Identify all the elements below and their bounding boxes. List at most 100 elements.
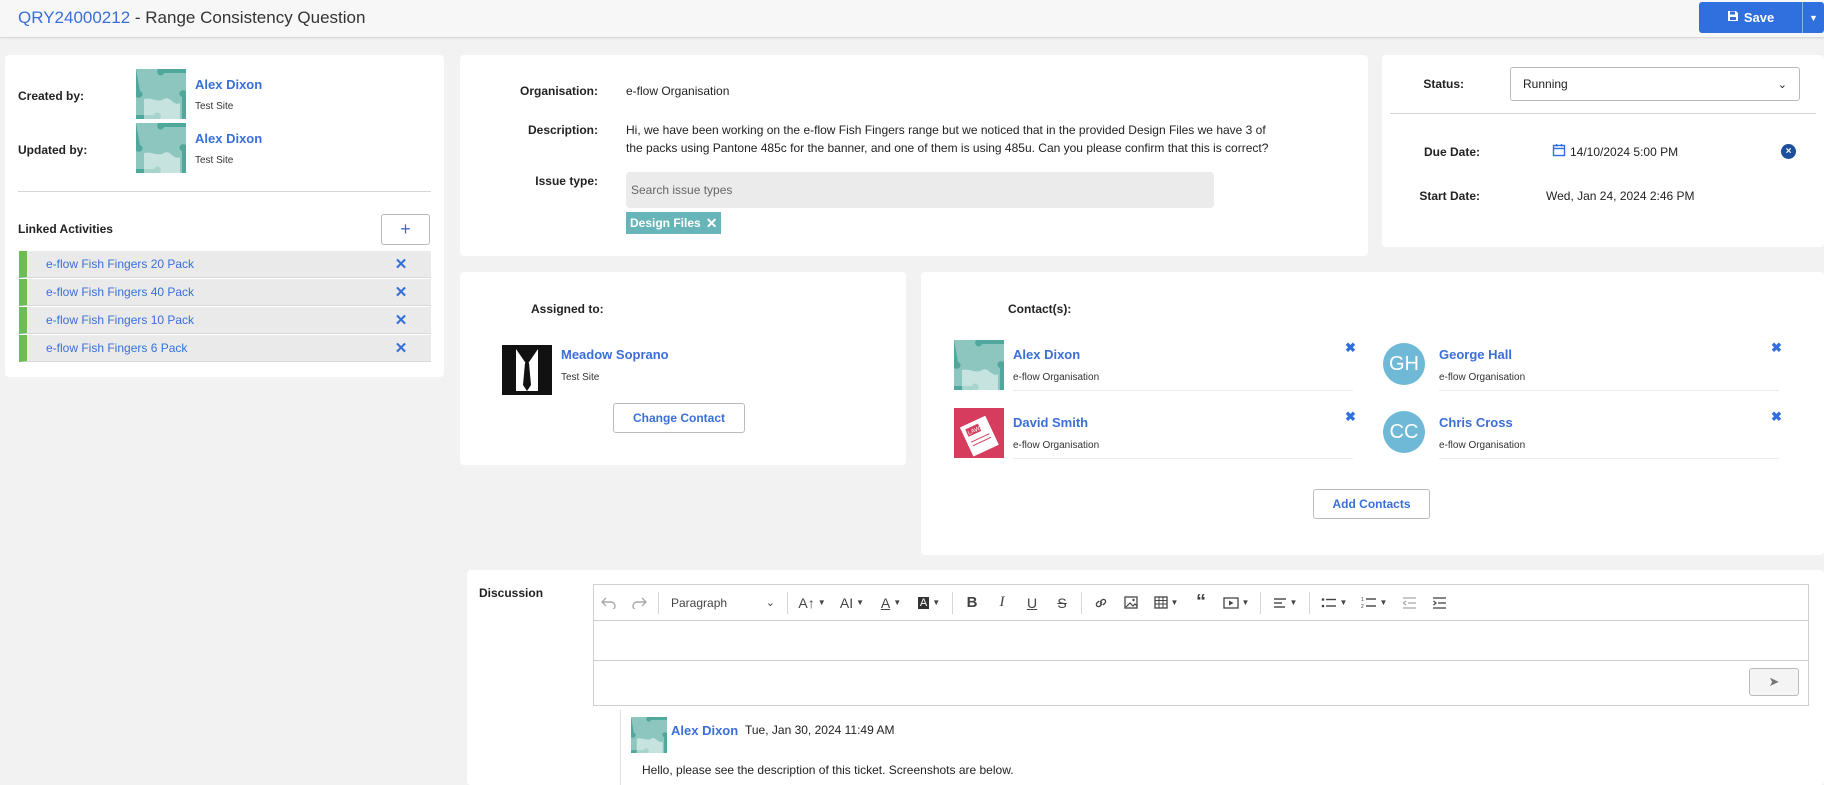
created-by-name[interactable]: Alex Dixon — [195, 77, 262, 92]
contact-name[interactable]: Alex Dixon — [1013, 347, 1080, 362]
linked-activity-item[interactable]: e-flow Fish Fingers 10 Pack ✕ — [19, 307, 431, 334]
outdent-button[interactable] — [1394, 585, 1424, 620]
image-icon — [1124, 596, 1138, 609]
due-date-field[interactable]: 14/10/2024 5:00 PM — [1552, 143, 1678, 160]
bold-button[interactable]: B — [957, 585, 987, 620]
italic-button[interactable]: I — [987, 585, 1017, 620]
chevron-down-icon: ▼ — [932, 598, 941, 607]
divider — [1013, 390, 1353, 391]
chip-remove-icon[interactable]: ✕ — [706, 215, 718, 232]
comment-author[interactable]: Alex Dixon — [671, 723, 738, 738]
status-select[interactable]: Running ⌄ — [1510, 67, 1800, 101]
puzzle-avatar-icon — [631, 717, 667, 753]
chevron-down-icon: ▼ — [1379, 598, 1388, 607]
save-button-group: Save ▼ — [1699, 2, 1824, 33]
paragraph-select[interactable]: Paragraph ⌄ — [663, 585, 783, 620]
title-separator: - — [130, 8, 146, 27]
linked-activity-item[interactable]: e-flow Fish Fingers 20 Pack ✕ — [19, 251, 431, 278]
remove-activity-icon[interactable]: ✕ — [371, 255, 431, 273]
underline-button[interactable]: U — [1017, 585, 1047, 620]
align-left-icon — [1273, 597, 1286, 608]
toolbar-separator — [658, 591, 659, 614]
divider — [1390, 113, 1816, 114]
linked-activity-label[interactable]: e-flow Fish Fingers 40 Pack — [46, 285, 371, 299]
send-button[interactable]: ➤ — [1749, 668, 1799, 696]
discussion-editor[interactable] — [593, 620, 1809, 661]
avatar[interactable] — [136, 123, 186, 173]
remove-contact-icon[interactable]: ✖ — [1771, 409, 1782, 425]
chevron-down-icon: ▼ — [1339, 598, 1348, 607]
numbered-list-button[interactable]: 12 ▼ — [1354, 585, 1394, 620]
indent-icon — [1432, 596, 1446, 609]
strikethrough-button[interactable]: S — [1047, 585, 1077, 620]
contact-org: e-flow Organisation — [1013, 372, 1100, 383]
align-button[interactable]: ▼ — [1265, 585, 1305, 620]
divider — [1013, 458, 1353, 459]
table-button[interactable]: ▼ — [1146, 585, 1186, 620]
bold-icon: B — [966, 594, 978, 611]
chevron-down-icon: ▼ — [1289, 598, 1298, 607]
remove-contact-icon[interactable]: ✖ — [1345, 409, 1356, 425]
contact-initials-avatar[interactable]: CC — [1383, 411, 1425, 453]
save-button[interactable]: Save — [1699, 2, 1802, 33]
avatar[interactable]: LAW — [954, 408, 1004, 458]
law-book-avatar-icon: LAW — [954, 408, 1004, 458]
font-color-button[interactable]: A ▼ — [872, 585, 910, 620]
link-icon — [1095, 598, 1107, 607]
linked-activity-item[interactable]: e-flow Fish Fingers 40 Pack ✕ — [19, 279, 431, 306]
font-size-button[interactable]: A↑ ▼ — [792, 585, 832, 620]
contact-initials-avatar[interactable]: GH — [1383, 343, 1425, 385]
assigned-name[interactable]: Meadow Soprano — [561, 347, 669, 362]
link-button[interactable] — [1086, 585, 1116, 620]
redo-button[interactable] — [624, 585, 654, 620]
assigned-to-label: Assigned to: — [531, 302, 604, 316]
media-button[interactable]: ▼ — [1216, 585, 1256, 620]
contact-name[interactable]: George Hall — [1439, 347, 1512, 362]
blockquote-button[interactable]: “ — [1186, 585, 1216, 620]
remove-activity-icon[interactable]: ✕ — [371, 311, 431, 329]
font-family-icon: AI — [839, 594, 854, 611]
image-button[interactable] — [1116, 585, 1146, 620]
updated-by-name[interactable]: Alex Dixon — [195, 131, 262, 146]
save-label: Save — [1743, 10, 1775, 25]
clear-date-icon[interactable]: × — [1781, 144, 1796, 159]
linked-activity-label[interactable]: e-flow Fish Fingers 10 Pack — [46, 313, 371, 327]
linked-activity-item[interactable]: e-flow Fish Fingers 6 Pack ✕ — [19, 335, 431, 362]
plus-icon: + — [400, 219, 411, 239]
contact-org: e-flow Organisation — [1439, 440, 1526, 451]
contact-name[interactable]: David Smith — [1013, 415, 1088, 430]
issue-type-chip: Design Files ✕ — [626, 212, 722, 234]
add-linked-activity-button[interactable]: + — [381, 214, 430, 245]
font-family-button[interactable]: AI ▼ — [832, 585, 872, 620]
underline-icon: U — [1026, 594, 1038, 611]
undo-button[interactable] — [594, 585, 624, 620]
remove-activity-icon[interactable]: ✕ — [371, 283, 431, 301]
bulleted-list-button[interactable]: ▼ — [1314, 585, 1354, 620]
indent-button[interactable] — [1424, 585, 1454, 620]
remove-contact-icon[interactable]: ✖ — [1771, 340, 1782, 356]
avatar[interactable] — [954, 340, 1004, 390]
linked-activity-label[interactable]: e-flow Fish Fingers 20 Pack — [46, 257, 371, 271]
linked-activity-label[interactable]: e-flow Fish Fingers 6 Pack — [46, 341, 371, 355]
floppy-disk-icon — [1727, 10, 1739, 25]
paragraph-select-value: Paragraph — [671, 595, 728, 610]
toolbar-separator — [787, 591, 788, 614]
suit-avatar-icon — [502, 345, 552, 395]
save-options-dropdown[interactable]: ▼ — [1802, 2, 1824, 33]
change-contact-button[interactable]: Change Contact — [613, 403, 745, 433]
background-color-button[interactable]: A ▼ — [910, 585, 948, 620]
remove-contact-icon[interactable]: ✖ — [1345, 340, 1356, 356]
issue-type-search-input[interactable]: Search issue types — [626, 172, 1214, 208]
avatar[interactable] — [502, 345, 552, 395]
contacts-label: Contact(s): — [1008, 302, 1072, 316]
avatar[interactable] — [136, 69, 186, 119]
numbered-list-icon: 12 — [1361, 597, 1376, 609]
contact-name[interactable]: Chris Cross — [1439, 415, 1513, 430]
avatar[interactable] — [631, 717, 667, 753]
remove-activity-icon[interactable]: ✕ — [371, 339, 431, 357]
query-title: Range Consistency Question — [145, 8, 366, 27]
svg-text:2: 2 — [1361, 604, 1364, 609]
bulleted-list-icon — [1321, 597, 1336, 607]
query-id-link[interactable]: QRY24000212 — [18, 8, 130, 27]
add-contacts-button[interactable]: Add Contacts — [1313, 489, 1430, 519]
